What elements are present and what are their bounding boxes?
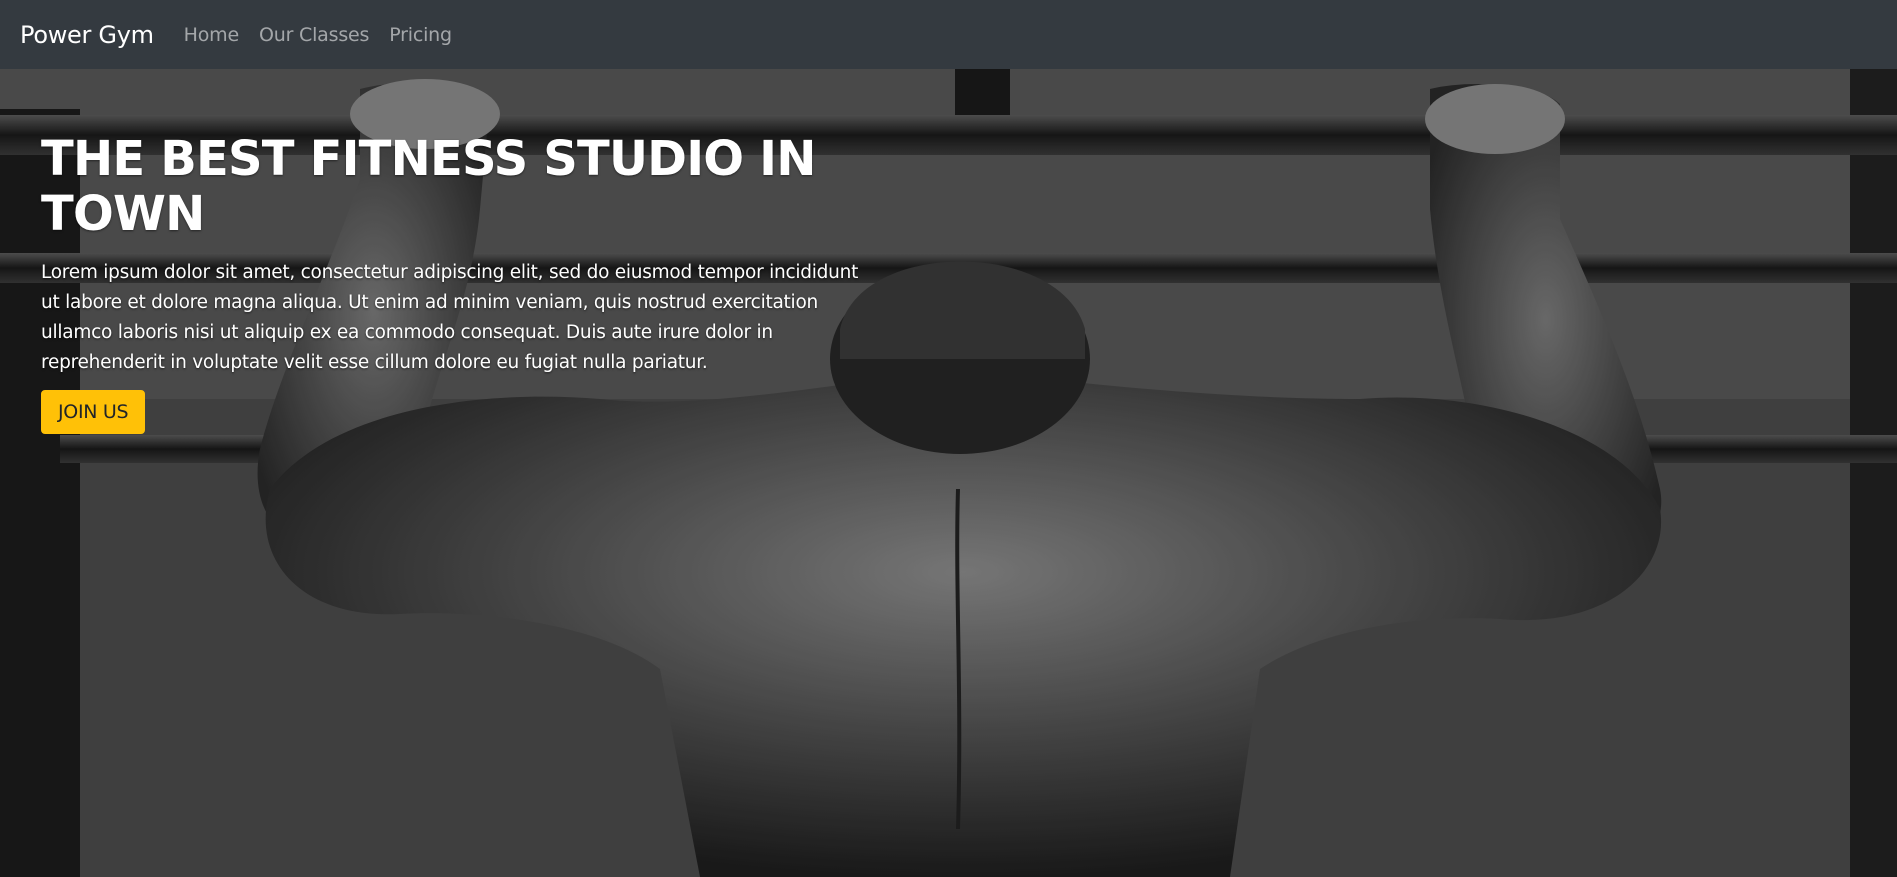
hero-content: THE BEST FITNESS STUDIO IN TOWN Lorem ip…	[41, 131, 891, 435]
hero-section: THE BEST FITNESS STUDIO IN TOWN Lorem ip…	[0, 69, 1897, 877]
brand-link[interactable]: Power Gym	[20, 21, 154, 49]
hero-title: THE BEST FITNESS STUDIO IN TOWN	[41, 131, 816, 243]
nav-links: Home Our Classes Pricing	[184, 24, 472, 46]
navbar: Power Gym Home Our Classes Pricing	[0, 0, 1897, 69]
nav-link-our-classes[interactable]: Our Classes	[259, 24, 369, 46]
join-us-button[interactable]: JOIN US	[41, 390, 146, 435]
nav-link-pricing[interactable]: Pricing	[389, 24, 452, 46]
nav-link-home[interactable]: Home	[184, 24, 240, 46]
hero-description: Lorem ipsum dolor sit amet, consectetur …	[41, 262, 859, 374]
